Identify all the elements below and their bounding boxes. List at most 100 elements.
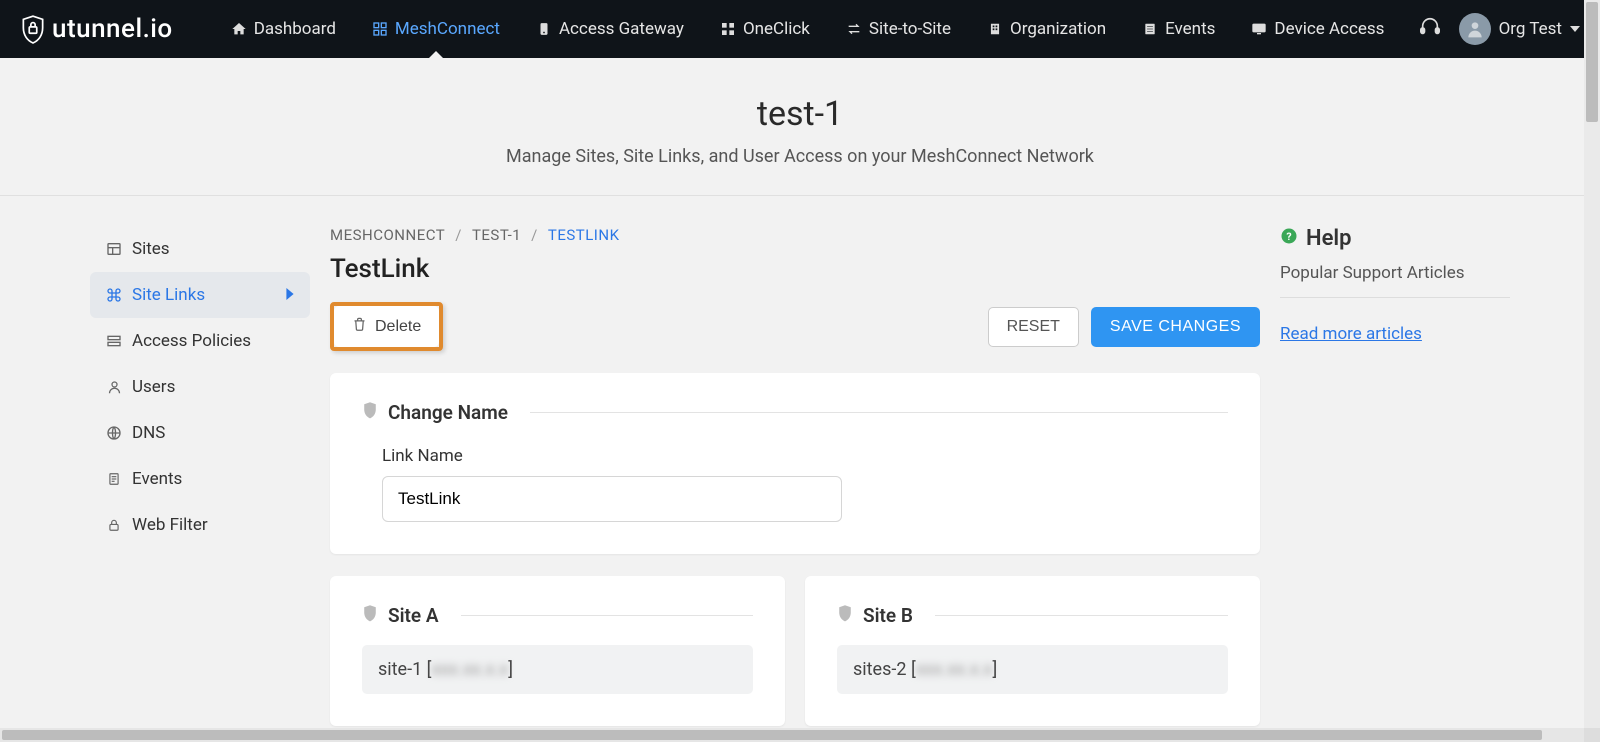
- nav-site-to-site[interactable]: Site-to-Site: [828, 0, 969, 58]
- command-icon: [106, 287, 122, 303]
- support-icon[interactable]: [1419, 16, 1441, 42]
- close-bracket: ]: [508, 659, 513, 680]
- caret-down-icon: [1570, 19, 1580, 39]
- nav-label: Device Access: [1274, 19, 1384, 39]
- monitor-icon: [1251, 21, 1267, 37]
- nav-label: MeshConnect: [395, 19, 500, 39]
- home-icon: [231, 21, 247, 37]
- sidebar-item-sites[interactable]: Sites: [90, 226, 310, 272]
- top-nav: utunnel.io Dashboard MeshConnect Access …: [0, 0, 1600, 58]
- sidebar-item-site-links[interactable]: Site Links: [90, 272, 310, 318]
- sidebar-item-label: Web Filter: [132, 515, 208, 535]
- page-subtitle: Manage Sites, Site Links, and User Acces…: [0, 146, 1600, 167]
- user-label: Org Test: [1499, 19, 1562, 39]
- delete-button[interactable]: Delete: [334, 306, 439, 347]
- scroll-corner: [1584, 728, 1600, 742]
- link-name-label: Link Name: [382, 446, 1228, 466]
- mesh-icon: [372, 21, 388, 37]
- help-read-more-link[interactable]: Read more articles: [1280, 324, 1422, 344]
- site-b-prefix: sites-2 [: [853, 659, 916, 680]
- shield-icon: [362, 401, 378, 424]
- horizontal-scrollbar[interactable]: [0, 728, 1584, 742]
- save-changes-button[interactable]: SAVE CHANGES: [1091, 307, 1260, 347]
- nav-label: Access Gateway: [559, 19, 684, 39]
- sidebar-item-label: Access Policies: [132, 331, 251, 351]
- help-panel: ? Help Popular Support Articles Read mor…: [1280, 226, 1510, 726]
- site-b-heading: Site B: [863, 604, 913, 627]
- user-icon: [106, 379, 122, 395]
- sidebar-item-label: Users: [132, 377, 175, 397]
- site-a-prefix: site-1 [: [378, 659, 431, 680]
- server-icon: [536, 21, 552, 37]
- site-b-card: Site B sites-2 [xxx.xx.x.x]: [805, 576, 1260, 726]
- help-subheading: Popular Support Articles: [1280, 263, 1510, 298]
- grid-icon: [720, 21, 736, 37]
- breadcrumb-sep: /: [531, 226, 538, 244]
- site-b-value: sites-2 [xxx.xx.x.x]: [837, 645, 1228, 694]
- svg-text:?: ?: [1286, 230, 1291, 243]
- swap-icon: [846, 21, 862, 37]
- change-name-heading: Change Name: [388, 401, 508, 424]
- nav-meshconnect[interactable]: MeshConnect: [354, 0, 518, 58]
- nav-label: Events: [1165, 19, 1215, 39]
- nav-dashboard[interactable]: Dashboard: [213, 0, 354, 58]
- clipboard-icon: [106, 471, 122, 487]
- content-title: TestLink: [330, 254, 1260, 284]
- chevron-right-icon: [286, 285, 294, 305]
- sidebar-item-label: Events: [132, 469, 182, 489]
- sidebar-item-web-filter[interactable]: Web Filter: [90, 502, 310, 548]
- lock-icon: [106, 517, 122, 533]
- divider: [935, 615, 1228, 616]
- nav-access-gateway[interactable]: Access Gateway: [518, 0, 702, 58]
- close-bracket: ]: [992, 659, 997, 680]
- nav-organization[interactable]: Organization: [969, 0, 1124, 58]
- building-icon: [987, 21, 1003, 37]
- brand-logo[interactable]: utunnel.io: [20, 14, 173, 44]
- site-a-value: site-1 [xxx.xx.x.x]: [362, 645, 753, 694]
- shield-icon: [837, 604, 853, 627]
- nav-oneclick[interactable]: OneClick: [702, 0, 828, 58]
- divider: [530, 412, 1228, 413]
- help-icon: ?: [1280, 226, 1298, 251]
- sidebar-item-users[interactable]: Users: [90, 364, 310, 410]
- shield-icon: [362, 604, 378, 627]
- sidebar-item-access-policies[interactable]: Access Policies: [90, 318, 310, 364]
- trash-icon: [352, 316, 367, 337]
- site-a-heading: Site A: [388, 604, 439, 627]
- nav-device-access[interactable]: Device Access: [1233, 0, 1402, 58]
- page-header: test-1 Manage Sites, Site Links, and Use…: [0, 58, 1600, 196]
- delete-highlight: Delete: [330, 302, 443, 351]
- nav-label: Organization: [1010, 19, 1106, 39]
- breadcrumb-current: TESTLINK: [548, 226, 620, 244]
- sidebar-item-label: DNS: [132, 423, 165, 443]
- globe-icon: [106, 425, 122, 441]
- shield-lock-icon: [20, 14, 46, 44]
- main-content: MESHCONNECT / TEST-1 / TESTLINK TestLink…: [330, 226, 1260, 726]
- actions-row: Delete RESET SAVE CHANGES: [330, 302, 1260, 351]
- breadcrumb: MESHCONNECT / TEST-1 / TESTLINK: [330, 226, 1260, 244]
- change-name-card: Change Name Link Name: [330, 373, 1260, 554]
- divider: [461, 615, 753, 616]
- nav-label: OneClick: [743, 19, 810, 39]
- site-a-card: Site A site-1 [xxx.xx.x.x]: [330, 576, 785, 726]
- breadcrumb-parent[interactable]: TEST-1: [472, 226, 521, 244]
- layout-icon: [106, 241, 122, 257]
- sidebar: Sites Site Links Access Policies Users: [90, 226, 310, 726]
- vertical-scrollbar[interactable]: [1584, 0, 1600, 728]
- brand-text: utunnel.io: [52, 14, 173, 44]
- reset-button[interactable]: RESET: [988, 307, 1079, 347]
- sidebar-item-dns[interactable]: DNS: [90, 410, 310, 456]
- site-b-ip-masked: xxx.xx.x.x: [916, 659, 993, 680]
- nav-events[interactable]: Events: [1124, 0, 1233, 58]
- sidebar-item-events[interactable]: Events: [90, 456, 310, 502]
- avatar: [1459, 13, 1491, 45]
- delete-label: Delete: [375, 318, 421, 336]
- help-heading: Help: [1306, 226, 1352, 251]
- link-name-input[interactable]: [382, 476, 842, 522]
- breadcrumb-sep: /: [455, 226, 462, 244]
- nav-label: Dashboard: [254, 19, 336, 39]
- user-menu[interactable]: Org Test: [1459, 13, 1580, 45]
- site-a-ip-masked: xxx.xx.x.x: [431, 659, 508, 680]
- breadcrumb-root[interactable]: MESHCONNECT: [330, 226, 445, 244]
- list-icon: [1142, 21, 1158, 37]
